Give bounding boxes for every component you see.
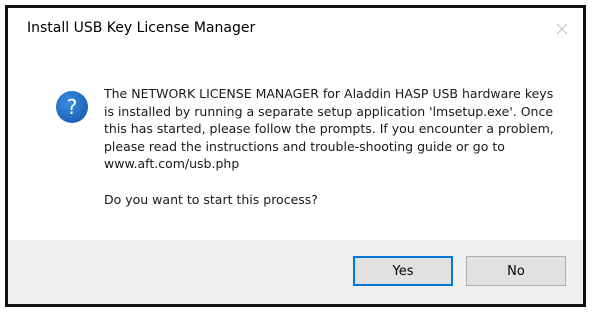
yes-button[interactable]: Yes [353,256,453,286]
message-text: The NETWORK LICENSE MANAGER for Aladdin … [104,86,554,172]
dialog-window: Install USB Key License Manager ? The NE… [5,5,586,307]
svg-text:?: ? [67,95,78,119]
close-button[interactable] [547,14,577,44]
question-icon: ? [56,91,88,123]
close-icon [556,23,568,35]
title-bar: Install USB Key License Manager [8,8,583,52]
question-text: Do you want to start this process? [104,191,318,207]
dialog-content: ? The NETWORK LICENSE MANAGER for Aladdi… [8,52,583,240]
message-block: The NETWORK LICENSE MANAGER for Aladdin … [104,85,556,209]
dialog-title: Install USB Key License Manager [27,20,256,36]
no-button[interactable]: No [466,256,566,286]
button-bar: Yes No [8,240,583,304]
